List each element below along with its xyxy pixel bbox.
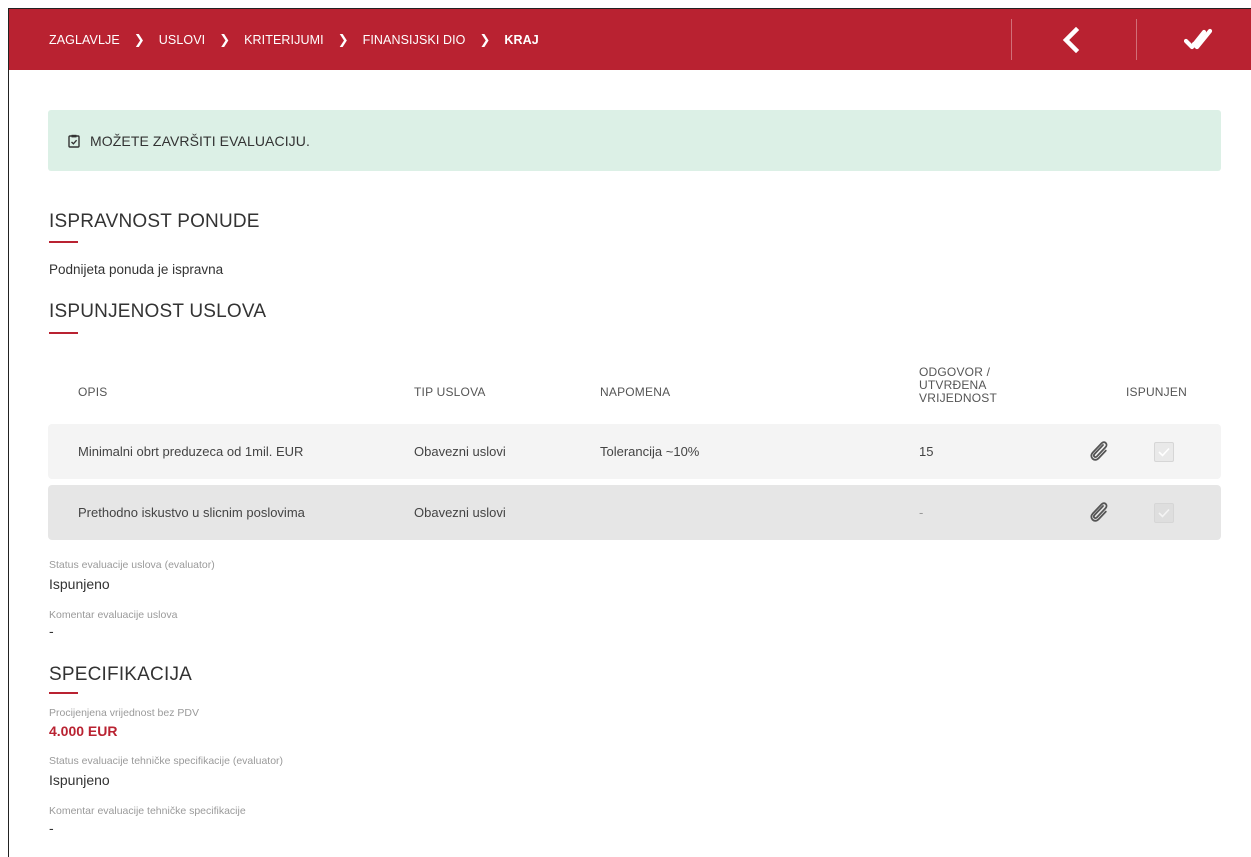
cell-odgovor: 15 xyxy=(919,444,934,459)
breadcrumb-item-kraj[interactable]: KRAJ xyxy=(504,33,538,47)
section-underline xyxy=(49,692,78,694)
check-icon xyxy=(1158,447,1170,457)
section-title-ispunjenost: ISPUNJENOST USLOVA xyxy=(49,301,267,322)
status-label: Status evaluacije tehničke specifikacije… xyxy=(49,755,284,767)
comment-label: Komentar evaluacije tehničke specifikaci… xyxy=(49,805,246,817)
section-underline xyxy=(49,332,78,334)
status-value: Ispunjeno xyxy=(49,772,110,788)
status-value: Ispunjeno xyxy=(49,576,110,592)
ispravnost-text: Podnijeta ponuda je ispravna xyxy=(49,262,224,277)
top-bar: ZAGLAVLJE ❯ USLOVI ❯ KRITERIJUMI ❯ FINAN… xyxy=(9,9,1251,70)
cell-opis: Prethodno iskustvo u slicnim poslovima xyxy=(78,505,305,520)
chevron-left-icon xyxy=(1062,26,1080,53)
table-row: Minimalni obrt preduzeca od 1mil. EUR Ob… xyxy=(48,424,1221,479)
breadcrumb-item-zaglavlje[interactable]: ZAGLAVLJE xyxy=(49,33,120,47)
chevron-right-icon: ❯ xyxy=(337,31,349,47)
double-check-icon xyxy=(1184,28,1213,49)
finish-evaluation-button[interactable] xyxy=(1169,9,1229,70)
column-header-odgovor-line: VRIJEDNOST xyxy=(919,391,998,405)
comment-value: - xyxy=(49,623,54,639)
column-header-tip-uslova: TIP USLOVA xyxy=(414,385,486,399)
estimated-value: 4.000 EUR xyxy=(49,723,118,739)
paperclip-icon[interactable] xyxy=(1086,499,1112,525)
chevron-right-icon: ❯ xyxy=(133,31,145,47)
section-underline xyxy=(49,241,78,243)
comment-value: - xyxy=(49,820,54,836)
chevron-right-icon: ❯ xyxy=(219,31,231,47)
column-header-ispunjen: ISPUNJEN xyxy=(1126,385,1187,399)
cell-opis: Minimalni obrt preduzeca od 1mil. EUR xyxy=(78,444,304,459)
breadcrumb: ZAGLAVLJE ❯ USLOVI ❯ KRITERIJUMI ❯ FINAN… xyxy=(9,9,539,70)
breadcrumb-item-finansijski-dio[interactable]: FINANSIJSKI DIO xyxy=(363,33,466,47)
column-header-napomena: NAPOMENA xyxy=(600,385,671,399)
breadcrumb-item-kriterijumi[interactable]: KRITERIJUMI xyxy=(244,33,324,47)
success-alert: MOŽETE ZAVRŠITI EVALUACIJU. xyxy=(48,110,1221,171)
breadcrumb-item-uslovi[interactable]: USLOVI xyxy=(159,33,205,47)
value-label: Procijenjena vrijednost bez PDV xyxy=(49,707,199,719)
column-header-opis: OPIS xyxy=(78,385,108,399)
section-title-specifikacija: SPECIFIKACIJA xyxy=(49,664,193,685)
ispunjen-checkbox[interactable] xyxy=(1154,442,1174,462)
cell-napomena: Tolerancija ~10% xyxy=(600,444,700,459)
ispunjen-checkbox[interactable] xyxy=(1154,503,1174,523)
back-button[interactable] xyxy=(1041,9,1101,70)
chevron-right-icon: ❯ xyxy=(479,31,491,47)
divider xyxy=(1011,19,1012,60)
cell-odgovor: - xyxy=(919,505,924,520)
check-icon xyxy=(1158,508,1170,518)
comment-label: Komentar evaluacije uslova xyxy=(49,609,178,621)
column-header-odgovor: ODGOVOR / UTVRĐENA VRIJEDNOST xyxy=(919,366,997,405)
app-frame: ZAGLAVLJE ❯ USLOVI ❯ KRITERIJUMI ❯ FINAN… xyxy=(8,8,1251,857)
alert-text: MOŽETE ZAVRŠITI EVALUACIJU. xyxy=(90,132,310,149)
clipboard-check-icon xyxy=(68,134,80,148)
cell-tip-uslova: Obavezni uslovi xyxy=(414,505,506,520)
table-row: Prethodno iskustvo u slicnim poslovima O… xyxy=(48,485,1221,540)
status-label: Status evaluacije uslova (evaluator) xyxy=(49,559,215,571)
section-title-ispravnost: ISPRAVNOST PONUDE xyxy=(49,211,260,232)
cell-tip-uslova: Obavezni uslovi xyxy=(414,444,506,459)
paperclip-icon[interactable] xyxy=(1086,438,1112,464)
divider xyxy=(1136,19,1137,60)
